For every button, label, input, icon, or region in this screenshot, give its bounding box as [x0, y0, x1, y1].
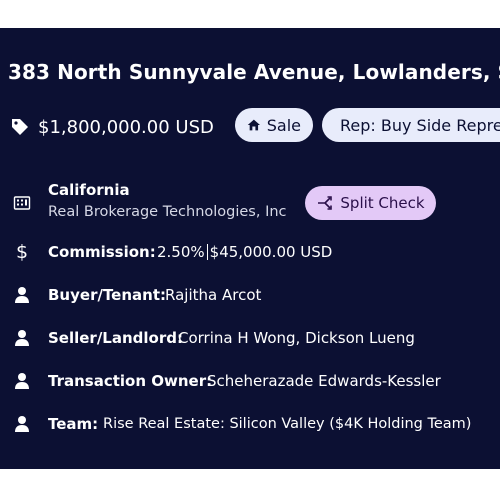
state-name: California	[48, 181, 130, 199]
person-icon	[12, 414, 32, 434]
page-title: 383 North Sunnyvale Avenue, Lowlanders, …	[8, 60, 500, 84]
commission-row: $ Commission: 2.50% $45,000.00 USD	[0, 240, 500, 264]
buyer-value: Rajitha Arcot	[165, 286, 262, 304]
owner-row: Transaction Owner: Scheherazade Edwards-…	[0, 369, 500, 393]
price-row: $1,800,000.00 USD	[10, 108, 214, 146]
person-icon	[12, 285, 32, 305]
commission-amount: $45,000.00 USD	[209, 243, 333, 261]
commission-label: Commission:	[48, 243, 156, 261]
seller-value: Corrina H Wong, Dickson Lueng	[178, 329, 415, 347]
team-value: Rise Real Estate: Silicon Valley ($4K Ho…	[103, 416, 472, 432]
transaction-card: 383 North Sunnyvale Avenue, Lowlanders, …	[0, 28, 500, 469]
seller-row: Seller/Landlord: Corrina H Wong, Dickson…	[0, 326, 500, 350]
seller-label: Seller/Landlord:	[48, 329, 183, 347]
separator	[206, 244, 208, 260]
buyer-row: Buyer/Tenant: Rajitha Arcot	[0, 283, 500, 307]
tag-icon	[10, 117, 30, 137]
state-block: California Real Brokerage Technologies, …	[48, 181, 287, 220]
person-icon	[12, 371, 32, 391]
sale-pill[interactable]: Sale	[235, 108, 313, 142]
commission-values: 2.50% $45,000.00 USD	[157, 243, 332, 261]
rep-pill[interactable]: Rep: Buy Side Representation	[322, 108, 500, 142]
home-icon	[247, 119, 260, 131]
owner-value: Scheherazade Edwards-Kessler	[207, 372, 441, 390]
person-icon	[12, 328, 32, 348]
team-label: Team:	[48, 415, 99, 433]
share-icon	[318, 196, 333, 210]
company-name: Real Brokerage Technologies, Inc	[48, 204, 287, 220]
owner-label: Transaction Owner:	[48, 372, 213, 390]
team-row: Team: Rise Real Estate: Silicon Valley (…	[0, 412, 500, 436]
split-check-label: Split Check	[340, 194, 425, 212]
commission-percent: 2.50%	[157, 243, 205, 261]
sale-label: Sale	[266, 115, 301, 135]
price-value: $1,800,000.00 USD	[38, 116, 214, 138]
dollar-icon: $	[15, 241, 29, 263]
building-icon	[12, 193, 32, 213]
rep-label: Rep: Buy Side Representation	[340, 115, 500, 135]
split-check-button[interactable]: Split Check	[305, 186, 436, 220]
buyer-label: Buyer/Tenant:	[48, 286, 167, 304]
